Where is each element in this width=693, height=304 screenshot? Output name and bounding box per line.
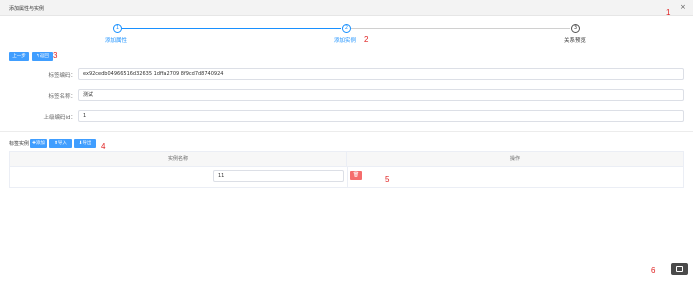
annotation-4: 4 [101,142,106,151]
name-input[interactable]: 测试 [78,89,684,101]
parent-input[interactable]: 1 [78,110,684,122]
code-label: 标签编码： [48,73,76,79]
step-line-1 [122,28,341,29]
add-instance-button[interactable]: ✚添加 [30,139,47,148]
step-1-label: 添加属性 [105,38,128,44]
annotation-2: 2 [364,35,369,44]
prev-step-button[interactable]: 上一步 [9,52,29,61]
instance-name-input[interactable]: 11 [213,170,344,182]
annotation-3: 3 [53,51,58,60]
back-button[interactable]: ↰返回 [32,52,53,61]
step-1-circle[interactable]: 1 [113,24,122,33]
instances-table: 实例名称 操作 11 🗑 [9,151,684,188]
annotation-1: 1 [666,8,671,17]
screen-icon[interactable] [671,263,688,275]
col-header-name: 实例名称 [10,152,347,167]
instances-label: 标签实例 [9,141,30,147]
close-icon[interactable]: × [680,3,686,11]
step-2-circle[interactable]: 2 [342,24,351,33]
step-line-2 [351,28,570,29]
step-3-circle[interactable]: 3 [571,24,580,33]
code-input[interactable]: ex92cedb04966516d32635 1dffa2709 8f9cd7d… [78,68,684,80]
col-header-action: 操作 [347,152,683,167]
name-label: 标签名称： [48,94,76,100]
step-3-label: 关系预览 [564,38,587,44]
annotation-6: 6 [651,266,656,275]
section-divider [0,131,693,132]
delete-row-button[interactable]: 🗑 [350,171,362,180]
dialog-title: 添加属性与实例 [9,6,45,12]
dialog-titlebar: 添加属性与实例 × [0,0,693,16]
col-divider [347,167,348,187]
export-button[interactable]: ⬇导出 [74,139,96,148]
parent-label: 上级编码id： [43,115,76,121]
step-2-label: 添加实例 [334,38,357,44]
screen-icon-glyph [676,266,683,272]
import-button[interactable]: ⬆导入 [49,139,72,148]
annotation-5: 5 [385,175,390,184]
